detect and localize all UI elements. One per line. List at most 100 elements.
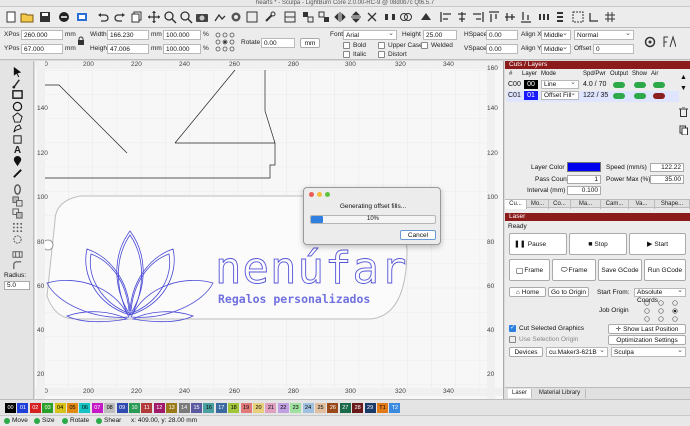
align-bottom-icon[interactable]: [519, 10, 533, 24]
distribute-h-icon[interactable]: [537, 10, 551, 24]
interval-input[interactable]: 0.100: [567, 186, 601, 195]
tab-console[interactable]: Co...: [549, 200, 571, 209]
job-origin-grid[interactable]: [641, 299, 681, 323]
palette-swatch-00[interactable]: 00: [5, 403, 16, 413]
power-max-input[interactable]: 35.00: [650, 175, 684, 184]
palette-swatch-05[interactable]: 05: [67, 403, 78, 413]
palette-swatch-03[interactable]: 03: [42, 403, 54, 413]
measure-icon[interactable]: [11, 167, 24, 180]
wrench-icon[interactable]: [263, 10, 277, 24]
palette-swatch-18[interactable]: 18: [228, 403, 240, 413]
resize-icon[interactable]: [571, 10, 585, 24]
palette-swatch-15[interactable]: 15: [191, 403, 202, 413]
align-right-icon[interactable]: [471, 10, 485, 24]
zoom-in-icon[interactable]: [163, 10, 177, 24]
palette-swatch-24[interactable]: 24: [302, 403, 314, 413]
speed-input[interactable]: 122.22: [650, 163, 684, 172]
anchor-grid[interactable]: [214, 31, 236, 53]
palette-swatch-09[interactable]: 09: [116, 403, 128, 413]
palette-swatch-11[interactable]: 11: [141, 403, 153, 413]
align-icon[interactable]: [283, 10, 297, 24]
export-icon[interactable]: [75, 10, 89, 24]
cut-row[interactable]: C00 00 Line 4.0 / 70: [507, 79, 679, 91]
align-top-icon[interactable]: [487, 10, 501, 24]
palette-swatch-17[interactable]: 17: [215, 403, 227, 413]
italic-checkbox[interactable]: [343, 51, 350, 58]
palette-swatch-22[interactable]: 22: [277, 403, 289, 413]
palette-swatch-23[interactable]: 23: [290, 403, 302, 413]
zoom-out-icon[interactable]: [179, 10, 193, 24]
ypos-input[interactable]: 67.000: [21, 44, 63, 54]
start-button[interactable]: ▶ Start: [629, 233, 686, 255]
boolean-subtract-icon[interactable]: [11, 207, 24, 220]
camera-icon[interactable]: [195, 10, 209, 24]
font-select[interactable]: Arial: [343, 29, 397, 40]
output-toggle[interactable]: [613, 82, 625, 88]
zoom-window-icon[interactable]: [325, 192, 330, 197]
flip-h-icon[interactable]: [333, 10, 347, 24]
palette-swatch-01[interactable]: 01: [17, 403, 29, 413]
palette-swatch-20[interactable]: 20: [253, 403, 264, 413]
move-up-icon[interactable]: ▲: [680, 74, 687, 81]
offset-input[interactable]: 0: [593, 44, 634, 54]
align-center-icon[interactable]: [455, 10, 469, 24]
port-select[interactable]: cu.Maker3-621B: [546, 346, 608, 357]
grid-icon[interactable]: [603, 10, 617, 24]
palette-swatch-T1[interactable]: T1: [377, 403, 388, 413]
undo-icon[interactable]: [96, 10, 110, 24]
palette-swatch-28[interactable]: 28: [352, 403, 364, 413]
go-to-origin-button[interactable]: Go to Origin: [548, 287, 589, 297]
cut-selected-checkbox[interactable]: ✓: [509, 325, 516, 332]
tab-material[interactable]: Ma...: [571, 200, 601, 209]
settings-gear-icon[interactable]: [229, 10, 243, 24]
mode-select[interactable]: Offset Fill: [541, 90, 579, 100]
ungroup-icon[interactable]: [317, 10, 331, 24]
lock-icon[interactable]: [76, 36, 86, 46]
palette-swatch-10[interactable]: 10: [129, 403, 140, 413]
snap-icon[interactable]: [587, 10, 601, 24]
show-toggle[interactable]: [634, 82, 646, 88]
frame-rect-button[interactable]: ▢ Frame: [509, 259, 550, 281]
corner-radius-icon[interactable]: [11, 259, 24, 272]
width-input[interactable]: 166.230: [107, 30, 149, 40]
output-toggle[interactable]: [613, 93, 625, 99]
tab-move[interactable]: Mo...: [527, 200, 549, 209]
distort-checkbox[interactable]: [378, 51, 385, 58]
uppercase-checkbox[interactable]: [378, 42, 385, 49]
redo-icon[interactable]: [113, 10, 127, 24]
optimization-settings-button[interactable]: Optimization Settings: [608, 335, 686, 345]
font-height-input[interactable]: 25.00: [423, 30, 457, 40]
device-profile-select[interactable]: Sculpa: [611, 346, 686, 357]
distribute-v-icon[interactable]: [553, 10, 567, 24]
mode-select[interactable]: Line: [541, 79, 579, 89]
tab-camera[interactable]: Cam...: [601, 200, 629, 209]
arrange-icon[interactable]: [245, 10, 259, 24]
palette-swatch-26[interactable]: 26: [327, 403, 339, 413]
boolean-icon[interactable]: [399, 10, 413, 24]
palette-swatch-06[interactable]: 06: [79, 403, 91, 413]
trace-image-icon[interactable]: [213, 10, 227, 24]
palette-swatch-25[interactable]: 25: [315, 403, 326, 413]
palette-swatch-21[interactable]: 21: [265, 403, 277, 413]
text-path-icon[interactable]: [644, 36, 656, 48]
align-middle-icon[interactable]: [503, 10, 517, 24]
new-file-icon[interactable]: [4, 10, 18, 24]
close-window-icon[interactable]: [309, 192, 314, 197]
flip-v-icon[interactable]: [349, 10, 363, 24]
delete-layer-icon[interactable]: [679, 106, 688, 117]
unit-toggle-button[interactable]: mm: [300, 38, 320, 48]
palette-swatch-29[interactable]: 29: [364, 403, 376, 413]
palette-swatch-04[interactable]: 04: [54, 403, 66, 413]
tab-material-library[interactable]: Material Library: [534, 389, 586, 398]
copy-icon[interactable]: [130, 10, 144, 24]
radius-input[interactable]: 5.0: [4, 281, 30, 290]
palette-swatch-13[interactable]: 13: [166, 403, 178, 413]
bold-checkbox[interactable]: [343, 42, 350, 49]
xpos-input[interactable]: 260.000: [21, 30, 63, 40]
align-y-select[interactable]: Middle: [541, 43, 571, 54]
move-icon[interactable]: [147, 10, 161, 24]
stop-button[interactable]: ■ Stop: [569, 233, 627, 255]
tab-variable[interactable]: Va...: [629, 200, 655, 209]
open-folder-icon[interactable]: [20, 10, 34, 24]
palette-swatch-14[interactable]: 14: [178, 403, 190, 413]
